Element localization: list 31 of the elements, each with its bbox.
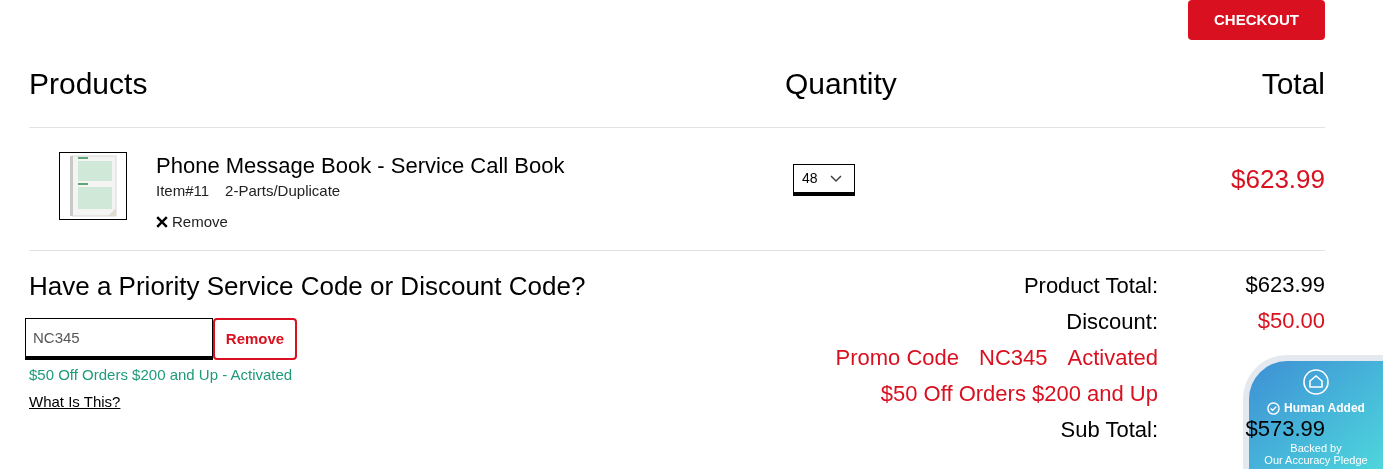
promo-status: $50 Off Orders $200 and Up - Activated bbox=[29, 365, 294, 385]
column-header: Quantity bbox=[785, 66, 898, 102]
line-total: $623.99 bbox=[1231, 163, 1325, 196]
column-header: Products bbox=[29, 66, 149, 102]
promo-code-field[interactable]: NC345 bbox=[25, 318, 213, 360]
chevron-down-icon bbox=[829, 174, 842, 183]
promo-heading: Have a Priority Service Code or Discount Code? bbox=[29, 270, 586, 303]
promo-note: $50 Off Orders $200 and Up bbox=[880, 379, 1158, 408]
summary-label: Sub Total: bbox=[1060, 415, 1158, 444]
product-name[interactable]: Phone Message Book - Service Call Book bbox=[156, 152, 565, 180]
item-number: Item#11 bbox=[156, 181, 210, 201]
quantity-select[interactable]: 48 bbox=[793, 164, 855, 196]
badge-title: Human Added bbox=[1284, 400, 1365, 417]
house-icon bbox=[1303, 369, 1329, 395]
close-icon bbox=[156, 215, 168, 228]
checkout-button[interactable]: CHECKOUT bbox=[1188, 0, 1325, 40]
badge-subtitle: Our Accuracy Pledge bbox=[1264, 454, 1368, 466]
remove-link[interactable]: Remove bbox=[156, 210, 565, 233]
promo-note: Promo Code bbox=[835, 343, 959, 372]
item-variant: 2-Parts/Duplicate bbox=[225, 181, 341, 201]
column-header: Total bbox=[1261, 66, 1325, 102]
badge-subtitle: Backed by bbox=[1290, 442, 1342, 454]
summary-value: $50.00 bbox=[1257, 310, 1325, 332]
promo-note: Activated bbox=[1067, 343, 1158, 372]
promo-remove-button[interactable]: Remove bbox=[213, 318, 297, 360]
summary-label: Discount: bbox=[1066, 307, 1158, 336]
summary-label: Product Total: bbox=[1023, 271, 1158, 300]
help-link[interactable]: What Is This? bbox=[29, 390, 121, 413]
summary-value: $623.99 bbox=[1245, 274, 1325, 296]
promo-note: NC345 bbox=[979, 343, 1048, 372]
check-circle-icon bbox=[1267, 401, 1281, 415]
